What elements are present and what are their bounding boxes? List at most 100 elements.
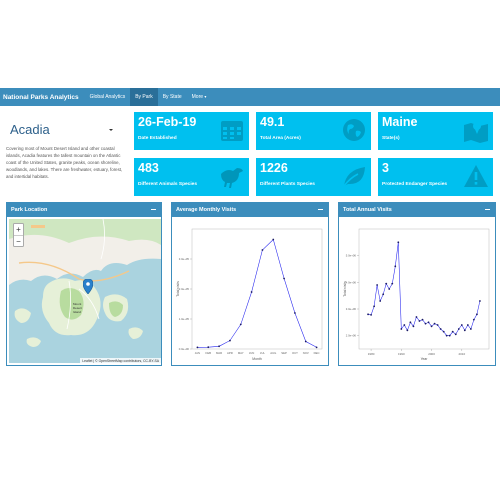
y-tick-label: 2.0e+06 (346, 334, 357, 338)
data-point (445, 334, 448, 337)
x-tick-label: SEP (281, 351, 287, 355)
zoom-out-button[interactable]: − (14, 235, 23, 246)
data-point (400, 328, 403, 330)
data-point (391, 282, 394, 285)
tab-global-analytics[interactable]: Global Analytics (85, 88, 131, 106)
plot-frame (191, 228, 323, 350)
data-point (403, 324, 406, 326)
data-point (436, 324, 439, 326)
collapse-icon[interactable] (151, 209, 156, 211)
y-tick-label: 5.0e+06 (346, 254, 357, 258)
x-axis-label: Year (421, 357, 429, 361)
leaf-icon (343, 167, 365, 187)
x-tick-label: JUL (260, 351, 265, 355)
tab-by-state[interactable]: By State (158, 88, 187, 106)
value-box-animal-species: 483 Different Animals Species (134, 158, 249, 196)
panel-header: Total Annual Visits (339, 203, 495, 217)
data-point (397, 241, 400, 244)
data-point (370, 313, 372, 316)
data-point (479, 300, 481, 302)
value-box-value: 3 (382, 161, 389, 175)
chevron-down-icon: ▾ (204, 94, 207, 99)
collapse-icon[interactable] (485, 209, 490, 211)
tab-more-label: More (191, 94, 204, 100)
annual-visits-panel: Total Annual Visits 2.0e+06 3.0e+06 4.0e+0… (338, 202, 496, 366)
park-map[interactable]: + − Mount Desert Island Leaflet | © Open… (9, 219, 161, 363)
zoom-in-button[interactable]: + (14, 224, 23, 235)
data-point (412, 325, 415, 328)
value-box-label: Date Established (138, 136, 177, 141)
x-tick-label: 2010 (458, 352, 465, 356)
data-point (385, 282, 388, 285)
value-box-total-area: 49.1 Total Area (Acres) (256, 112, 371, 150)
y-axis-label: Total visits (176, 281, 180, 297)
data-point (469, 328, 472, 330)
map-place-label: Island (73, 310, 82, 314)
x-tick-label: NOV (303, 351, 309, 355)
data-point (394, 265, 397, 268)
data-point (472, 318, 475, 321)
value-box-value: 26-Feb-19 (138, 115, 197, 129)
data-point (457, 328, 460, 330)
park-select[interactable]: Acadia (6, 118, 122, 140)
monthly-visits-chart: 0.0e+00 1.0e+05 2.0e+05 3.0e+05 JAN FEB MAR APR… (176, 228, 323, 361)
data-point (430, 325, 433, 328)
zoom-control: + − (13, 223, 24, 247)
value-box-label: Different Animals Species (138, 182, 198, 187)
panel-header: Average Monthly Visits (172, 203, 328, 217)
x-axis-label: Month (252, 357, 262, 361)
tab-by-park[interactable]: By Park (130, 88, 158, 106)
crow-icon (221, 168, 243, 188)
data-point (466, 324, 469, 326)
map-marker-icon[interactable] (83, 279, 93, 294)
x-tick-label: 1980 (368, 352, 375, 356)
series-line (368, 242, 481, 336)
data-point (424, 322, 427, 325)
data-point (421, 318, 424, 321)
data-point (460, 324, 463, 326)
data-point (382, 293, 385, 296)
value-box-value: 1226 (260, 161, 288, 175)
data-point (218, 345, 220, 348)
value-box-value: Maine (382, 115, 418, 129)
x-tick-label: 2000 (428, 352, 435, 356)
value-box-value: 49.1 (260, 115, 285, 129)
navbar: National Parks Analytics Global Analytic… (0, 88, 500, 106)
y-tick-label: 3.0e+05 (179, 257, 190, 261)
tab-more[interactable]: More ▾ (187, 88, 212, 106)
value-box-states: Maine State(s) (378, 112, 493, 150)
map-icon (464, 122, 488, 143)
y-tick-label: 1.0e+05 (179, 317, 190, 321)
x-tick-label: FEB (206, 351, 212, 355)
data-point (315, 346, 318, 349)
y-tick-label: 4.0e+06 (346, 280, 357, 284)
data-point (427, 321, 430, 324)
panel-header: Park Location (7, 203, 161, 217)
data-point (451, 330, 454, 333)
data-point (196, 346, 199, 349)
panel-title: Average Monthly Visits (176, 207, 237, 213)
value-box-label: Protected Endanger Species (382, 182, 448, 187)
value-box-value: 483 (138, 161, 159, 175)
x-tick-label: DEC (314, 351, 320, 355)
data-point (379, 300, 382, 302)
data-point (418, 320, 421, 322)
data-point (433, 322, 436, 325)
data-point (463, 329, 466, 332)
value-box-date-established: 26-Feb-19 Date Established (134, 112, 249, 150)
data-point (415, 316, 418, 318)
data-point (373, 305, 376, 308)
collapse-icon[interactable] (318, 209, 323, 211)
data-point (272, 238, 275, 241)
plot-frame (358, 228, 490, 350)
map-attribution[interactable]: Leaflet | © OpenStreetMap contributors, … (80, 358, 161, 363)
value-box-endangered-species: 3 Protected Endanger Species (378, 158, 493, 196)
annual-visits-chart: 2.0e+06 3.0e+06 4.0e+06 5.0e+06 1980 1990 2000… (343, 228, 490, 361)
series-line (197, 238, 317, 348)
brand-title[interactable]: National Parks Analytics (0, 94, 85, 101)
x-tick-label: APR (227, 351, 233, 355)
monthly-visits-panel: Average Monthly Visits 0.0e+00 1.0e+05 2.0… (171, 202, 329, 366)
panel-title: Total Annual Visits (343, 207, 392, 213)
data-point (261, 249, 264, 251)
y-axis-label: Total visits (343, 281, 347, 297)
